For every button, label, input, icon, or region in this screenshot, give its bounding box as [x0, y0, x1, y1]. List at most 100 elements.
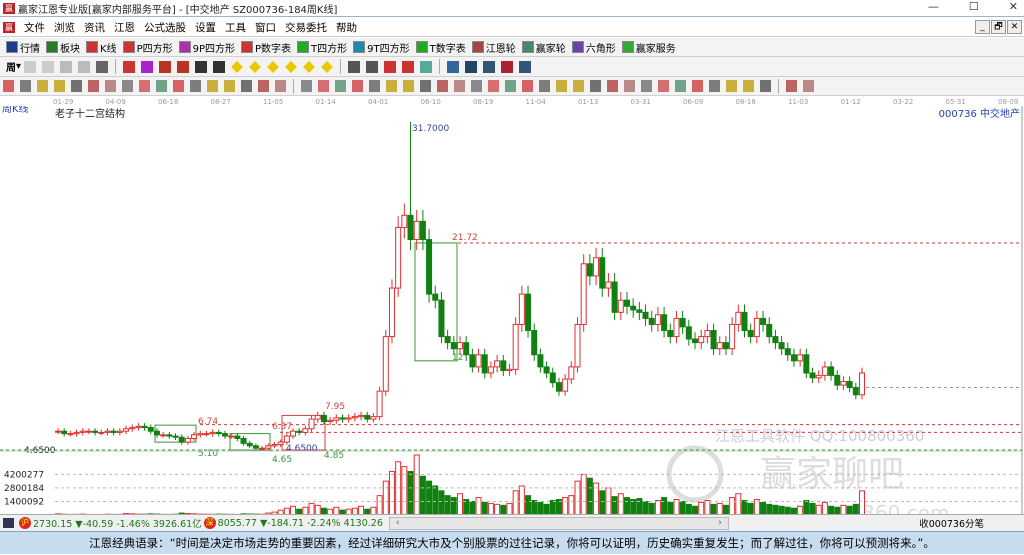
tool-icon-15[interactable]	[303, 61, 315, 73]
gann-tool-icon-1[interactable]	[20, 80, 31, 92]
tool-icon-7[interactable]	[159, 61, 171, 73]
toolbar-button-5[interactable]: P数字表	[241, 40, 291, 55]
menu-item-1[interactable]: 浏览	[54, 22, 75, 34]
toolbar-button-11[interactable]: 六角形	[572, 40, 616, 55]
tool-icon-13[interactable]	[267, 61, 279, 73]
gann-tool-icon-39[interactable]	[675, 80, 686, 92]
gann-tool-icon-36[interactable]	[624, 80, 635, 92]
gann-tool-icon-42[interactable]	[726, 80, 737, 92]
gann-tool-icon-4[interactable]	[71, 80, 82, 92]
tool-icon-23[interactable]	[465, 61, 477, 73]
tool-icon-2[interactable]	[60, 61, 72, 73]
toolbar-button-12[interactable]: 赢家服务	[622, 40, 676, 55]
toolbar-button-2[interactable]: K线	[86, 40, 117, 55]
gann-tool-icon-26[interactable]	[454, 80, 465, 92]
tool-icon-12[interactable]	[249, 61, 261, 73]
tool-icon-19[interactable]	[384, 61, 396, 73]
toolbar-button-1[interactable]: 板块	[46, 40, 80, 55]
gann-tool-icon-19[interactable]	[335, 80, 346, 92]
gann-tool-icon-31[interactable]	[539, 80, 550, 92]
tool-icon-5[interactable]	[123, 61, 135, 73]
menu-item-7[interactable]: 窗口	[255, 22, 276, 34]
gann-tool-icon-22[interactable]	[386, 80, 397, 92]
gann-tool-icon-28[interactable]	[488, 80, 499, 92]
gann-tool-icon-21[interactable]	[369, 80, 380, 92]
menu-item-8[interactable]: 交易委托	[285, 22, 327, 34]
gann-tool-icon-33[interactable]	[573, 80, 584, 92]
menu-item-4[interactable]: 公式选股	[144, 22, 186, 34]
tool-icon-1[interactable]	[42, 61, 54, 73]
gann-tool-icon-32[interactable]	[556, 80, 567, 92]
tool-icon-24[interactable]	[483, 61, 495, 73]
gann-tool-icon-45[interactable]	[786, 80, 797, 92]
toolbar-button-9[interactable]: 江恩轮	[472, 40, 516, 55]
tool-icon-25[interactable]	[501, 61, 513, 73]
gann-tool-icon-3[interactable]	[54, 80, 65, 92]
tick-detail-link[interactable]: 收000736分笔	[919, 516, 984, 530]
gann-tool-icon-30[interactable]	[522, 80, 533, 92]
menu-item-6[interactable]: 工具	[225, 22, 246, 34]
gann-tool-icon-25[interactable]	[437, 80, 448, 92]
period-dropdown[interactable]: 周▾	[6, 59, 21, 74]
gann-tool-icon-44[interactable]	[760, 80, 771, 92]
toolbar-button-6[interactable]: T四方形	[297, 40, 347, 55]
gann-tool-icon-34[interactable]	[590, 80, 601, 92]
gann-tool-icon-10[interactable]	[173, 80, 184, 92]
gann-tool-icon-6[interactable]	[105, 80, 116, 92]
gann-tool-icon-9[interactable]	[156, 80, 167, 92]
toolbar-button-0[interactable]: 行情	[6, 40, 40, 55]
gann-tool-icon-13[interactable]	[224, 80, 235, 92]
toolbar-button-3[interactable]: P四方形	[123, 40, 173, 55]
gann-tool-icon-38[interactable]	[658, 80, 669, 92]
gann-tool-icon-29[interactable]	[505, 80, 516, 92]
gann-tool-icon-20[interactable]	[352, 80, 363, 92]
gann-tool-icon-35[interactable]	[607, 80, 618, 92]
sz-index-quote[interactable]: 8055.77 ▼-184.71 -2.24% 4130.26	[218, 518, 383, 529]
tool-icon-26[interactable]	[519, 61, 531, 73]
tool-icon-18[interactable]	[366, 61, 378, 73]
toolbar-button-8[interactable]: T数字表	[416, 40, 466, 55]
gann-tool-icon-7[interactable]	[122, 80, 133, 92]
gann-tool-icon-17[interactable]	[301, 80, 312, 92]
gann-tool-icon-15[interactable]	[258, 80, 269, 92]
menu-item-3[interactable]: 江恩	[114, 22, 135, 34]
maximize-button[interactable]: ☐	[969, 0, 979, 13]
tool-icon-4[interactable]	[96, 61, 108, 73]
tool-icon-17[interactable]	[348, 61, 360, 73]
gann-tool-icon-41[interactable]	[709, 80, 720, 92]
toolbar-button-10[interactable]: 赢家轮	[522, 40, 566, 55]
tool-icon-22[interactable]	[447, 61, 459, 73]
gann-tool-icon-27[interactable]	[471, 80, 482, 92]
menu-item-5[interactable]: 设置	[195, 22, 216, 34]
gann-tool-icon-16[interactable]	[275, 80, 286, 92]
gann-tool-icon-46[interactable]	[803, 80, 814, 92]
tool-icon-14[interactable]	[285, 61, 297, 73]
gann-tool-icon-37[interactable]	[641, 80, 652, 92]
toolbar-button-7[interactable]: 9T四方形	[353, 40, 409, 55]
gann-tool-icon-23[interactable]	[403, 80, 414, 92]
gann-tool-icon-0[interactable]	[3, 80, 14, 92]
mdi-close-button[interactable]: ✕	[1007, 20, 1022, 34]
menu-item-9[interactable]: 帮助	[336, 22, 357, 34]
close-button[interactable]: ✕	[1009, 0, 1018, 13]
mdi-minimize-button[interactable]: _	[975, 20, 990, 34]
gann-tool-icon-5[interactable]	[88, 80, 99, 92]
mdi-restore-button[interactable]: 🗗	[991, 20, 1006, 34]
sh-index-quote[interactable]: 2730.15 ▼-40.59 -1.46% 3926.61亿	[33, 516, 202, 530]
gann-tool-icon-18[interactable]	[318, 80, 329, 92]
tool-icon-10[interactable]	[213, 61, 225, 73]
tool-icon-20[interactable]	[402, 61, 414, 73]
gann-tool-icon-24[interactable]	[420, 80, 431, 92]
minimize-button[interactable]: —	[928, 0, 939, 13]
tool-icon-3[interactable]	[78, 61, 90, 73]
gann-tool-icon-14[interactable]	[241, 80, 252, 92]
tool-icon-9[interactable]	[195, 61, 207, 73]
menu-item-2[interactable]: 资讯	[84, 22, 105, 34]
kline-chart[interactable]: 周K线老子十二宫结构000736 中交地产江恩工具软件 QQ:100800360…	[0, 106, 1024, 514]
tool-icon-6[interactable]	[141, 61, 153, 73]
toolbar-button-4[interactable]: 9P四方形	[179, 40, 235, 55]
horizontal-scrollbar[interactable]: ‹›	[389, 517, 729, 530]
tool-icon-0[interactable]	[24, 61, 36, 73]
tool-icon-21[interactable]	[420, 61, 432, 73]
gann-tool-icon-43[interactable]	[743, 80, 754, 92]
